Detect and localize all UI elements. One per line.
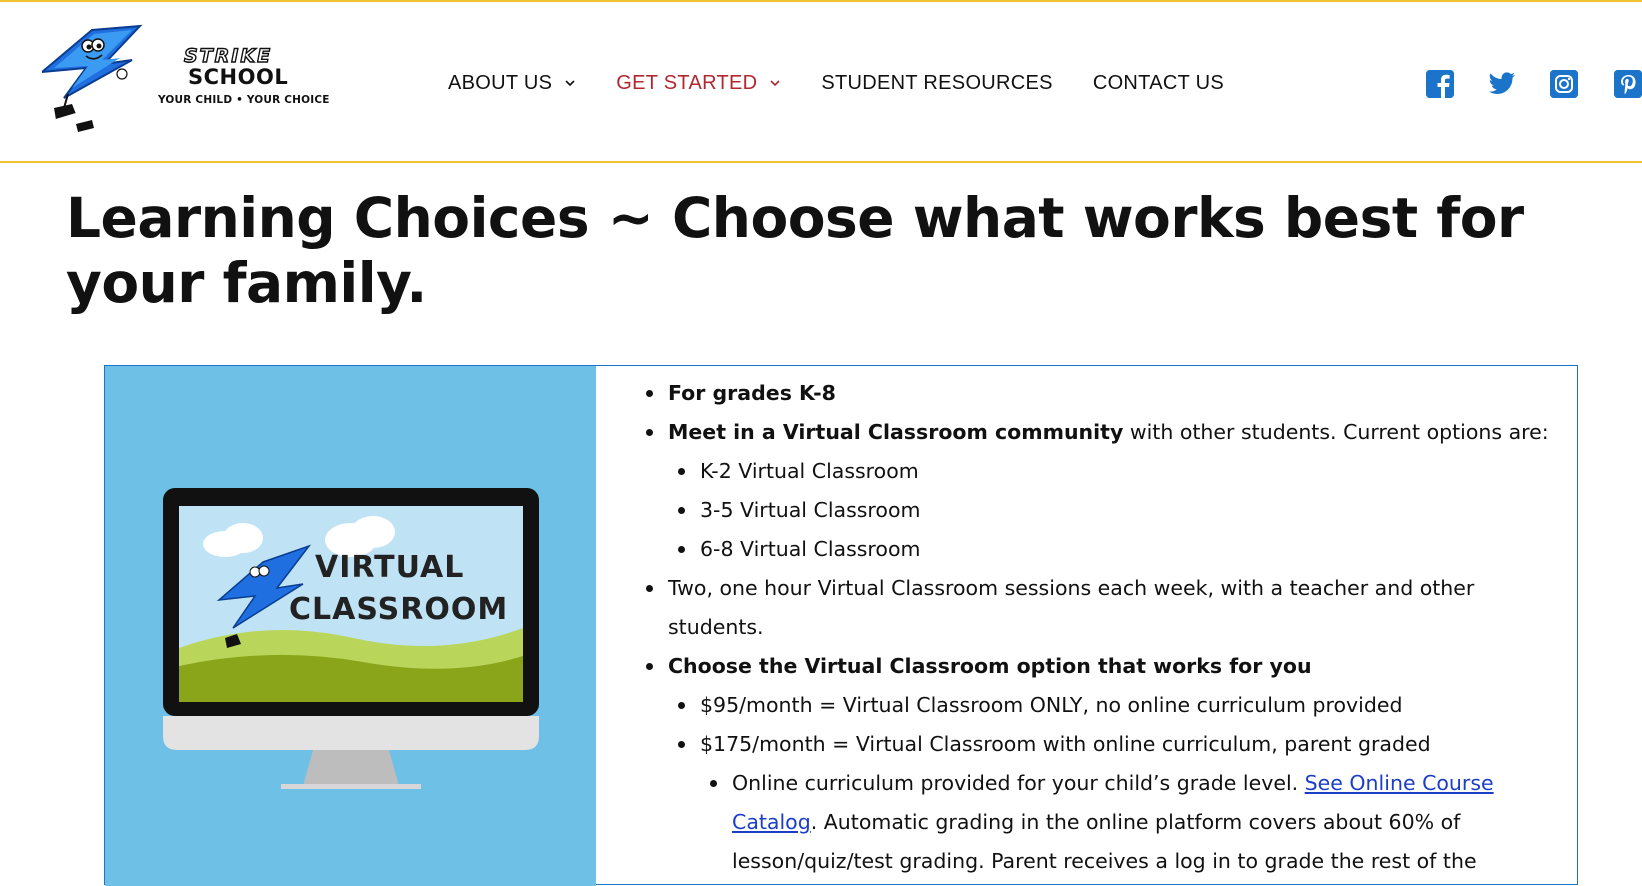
list-item: $95/month = Virtual Classroom ONLY, no o…: [678, 686, 1577, 725]
chevron-down-icon: [770, 80, 780, 87]
pinterest-icon[interactable]: [1614, 70, 1642, 98]
list-item: Meet in a Virtual Classroom community wi…: [646, 413, 1577, 569]
image-title-line2: CLASSROOM: [289, 592, 509, 627]
main-nav: ABOUT US GET STARTED STUDENT RESOURCES C…: [448, 68, 1264, 98]
logo-tagline: YOUR CHILD • YOUR CHOICE: [158, 94, 330, 106]
site-logo[interactable]: STRIKE SCHOOL YOUR CHILD • YOUR CHOICE: [42, 24, 329, 144]
card-details: For grades K-8 Meet in a Virtual Classro…: [596, 366, 1577, 884]
grades-text: For grades K-8: [668, 381, 836, 405]
list-item: $175/month = Virtual Classroom with onli…: [678, 725, 1577, 881]
curriculum-text: Online curriculum provided for your chil…: [732, 771, 1305, 795]
virtual-classroom-image: VIRTUAL CLASSROOM: [105, 366, 596, 886]
curriculum-rest-text: . Automatic grading in the online platfo…: [732, 810, 1477, 873]
monitor-illustration: [163, 488, 539, 789]
list-item: K-2 Virtual Classroom: [678, 452, 1577, 491]
logo-word-school: SCHOOL: [188, 65, 289, 89]
option-175-text: $175/month = Virtual Classroom with onli…: [700, 732, 1431, 756]
logo-wordmark: STRIKE SCHOOL YOUR CHILD • YOUR CHOICE: [138, 45, 330, 106]
nav-contact-us[interactable]: CONTACT US: [1093, 72, 1224, 95]
nav-student-resources-label: STUDENT RESOURCES: [821, 71, 1053, 94]
list-item: Choose the Virtual Classroom option that…: [646, 647, 1577, 881]
meet-rest-text: with other students. Current options are…: [1123, 420, 1549, 444]
image-title-line1: VIRTUAL: [315, 550, 465, 585]
facebook-icon[interactable]: [1426, 70, 1454, 98]
virtual-classroom-card: VIRTUAL CLASSROOM For grades K-8 Meet in…: [104, 365, 1578, 886]
list-item: 6-8 Virtual Classroom: [678, 530, 1577, 569]
twitter-icon[interactable]: [1488, 70, 1516, 98]
nav-contact-us-label: CONTACT US: [1092, 71, 1224, 94]
site-header: STRIKE SCHOOL YOUR CHILD • YOUR CHOICE A…: [0, 2, 1642, 163]
list-item: Two, one hour Virtual Classroom sessions…: [646, 569, 1528, 647]
curriculum-list: Online curriculum provided for your chil…: [700, 764, 1577, 881]
list-item: 3-5 Virtual Classroom: [678, 491, 1577, 530]
nav-get-started-label: GET STARTED: [616, 71, 758, 94]
choose-option-text: Choose the Virtual Classroom option that…: [668, 654, 1312, 678]
instagram-icon[interactable]: [1550, 70, 1578, 98]
page-title: Learning Choices ~ Choose what works bes…: [66, 186, 1524, 315]
nav-about-us-label: ABOUT US: [448, 71, 553, 94]
list-item: Online curriculum provided for your chil…: [710, 764, 1514, 881]
meet-bold-text: Meet in a Virtual Classroom community: [668, 420, 1124, 444]
logo-word-strike: STRIKE: [183, 45, 273, 67]
classroom-options-list: K-2 Virtual Classroom 3-5 Virtual Classr…: [668, 452, 1577, 569]
pricing-options-list: $95/month = Virtual Classroom ONLY, no o…: [668, 686, 1577, 881]
nav-get-started[interactable]: GET STARTED: [616, 72, 781, 95]
nav-student-resources[interactable]: STUDENT RESOURCES: [821, 72, 1052, 95]
details-list: For grades K-8 Meet in a Virtual Classro…: [596, 374, 1577, 881]
nav-about-us[interactable]: ABOUT US: [448, 72, 576, 95]
list-item: For grades K-8: [646, 374, 1577, 413]
chevron-down-icon: [565, 80, 575, 87]
